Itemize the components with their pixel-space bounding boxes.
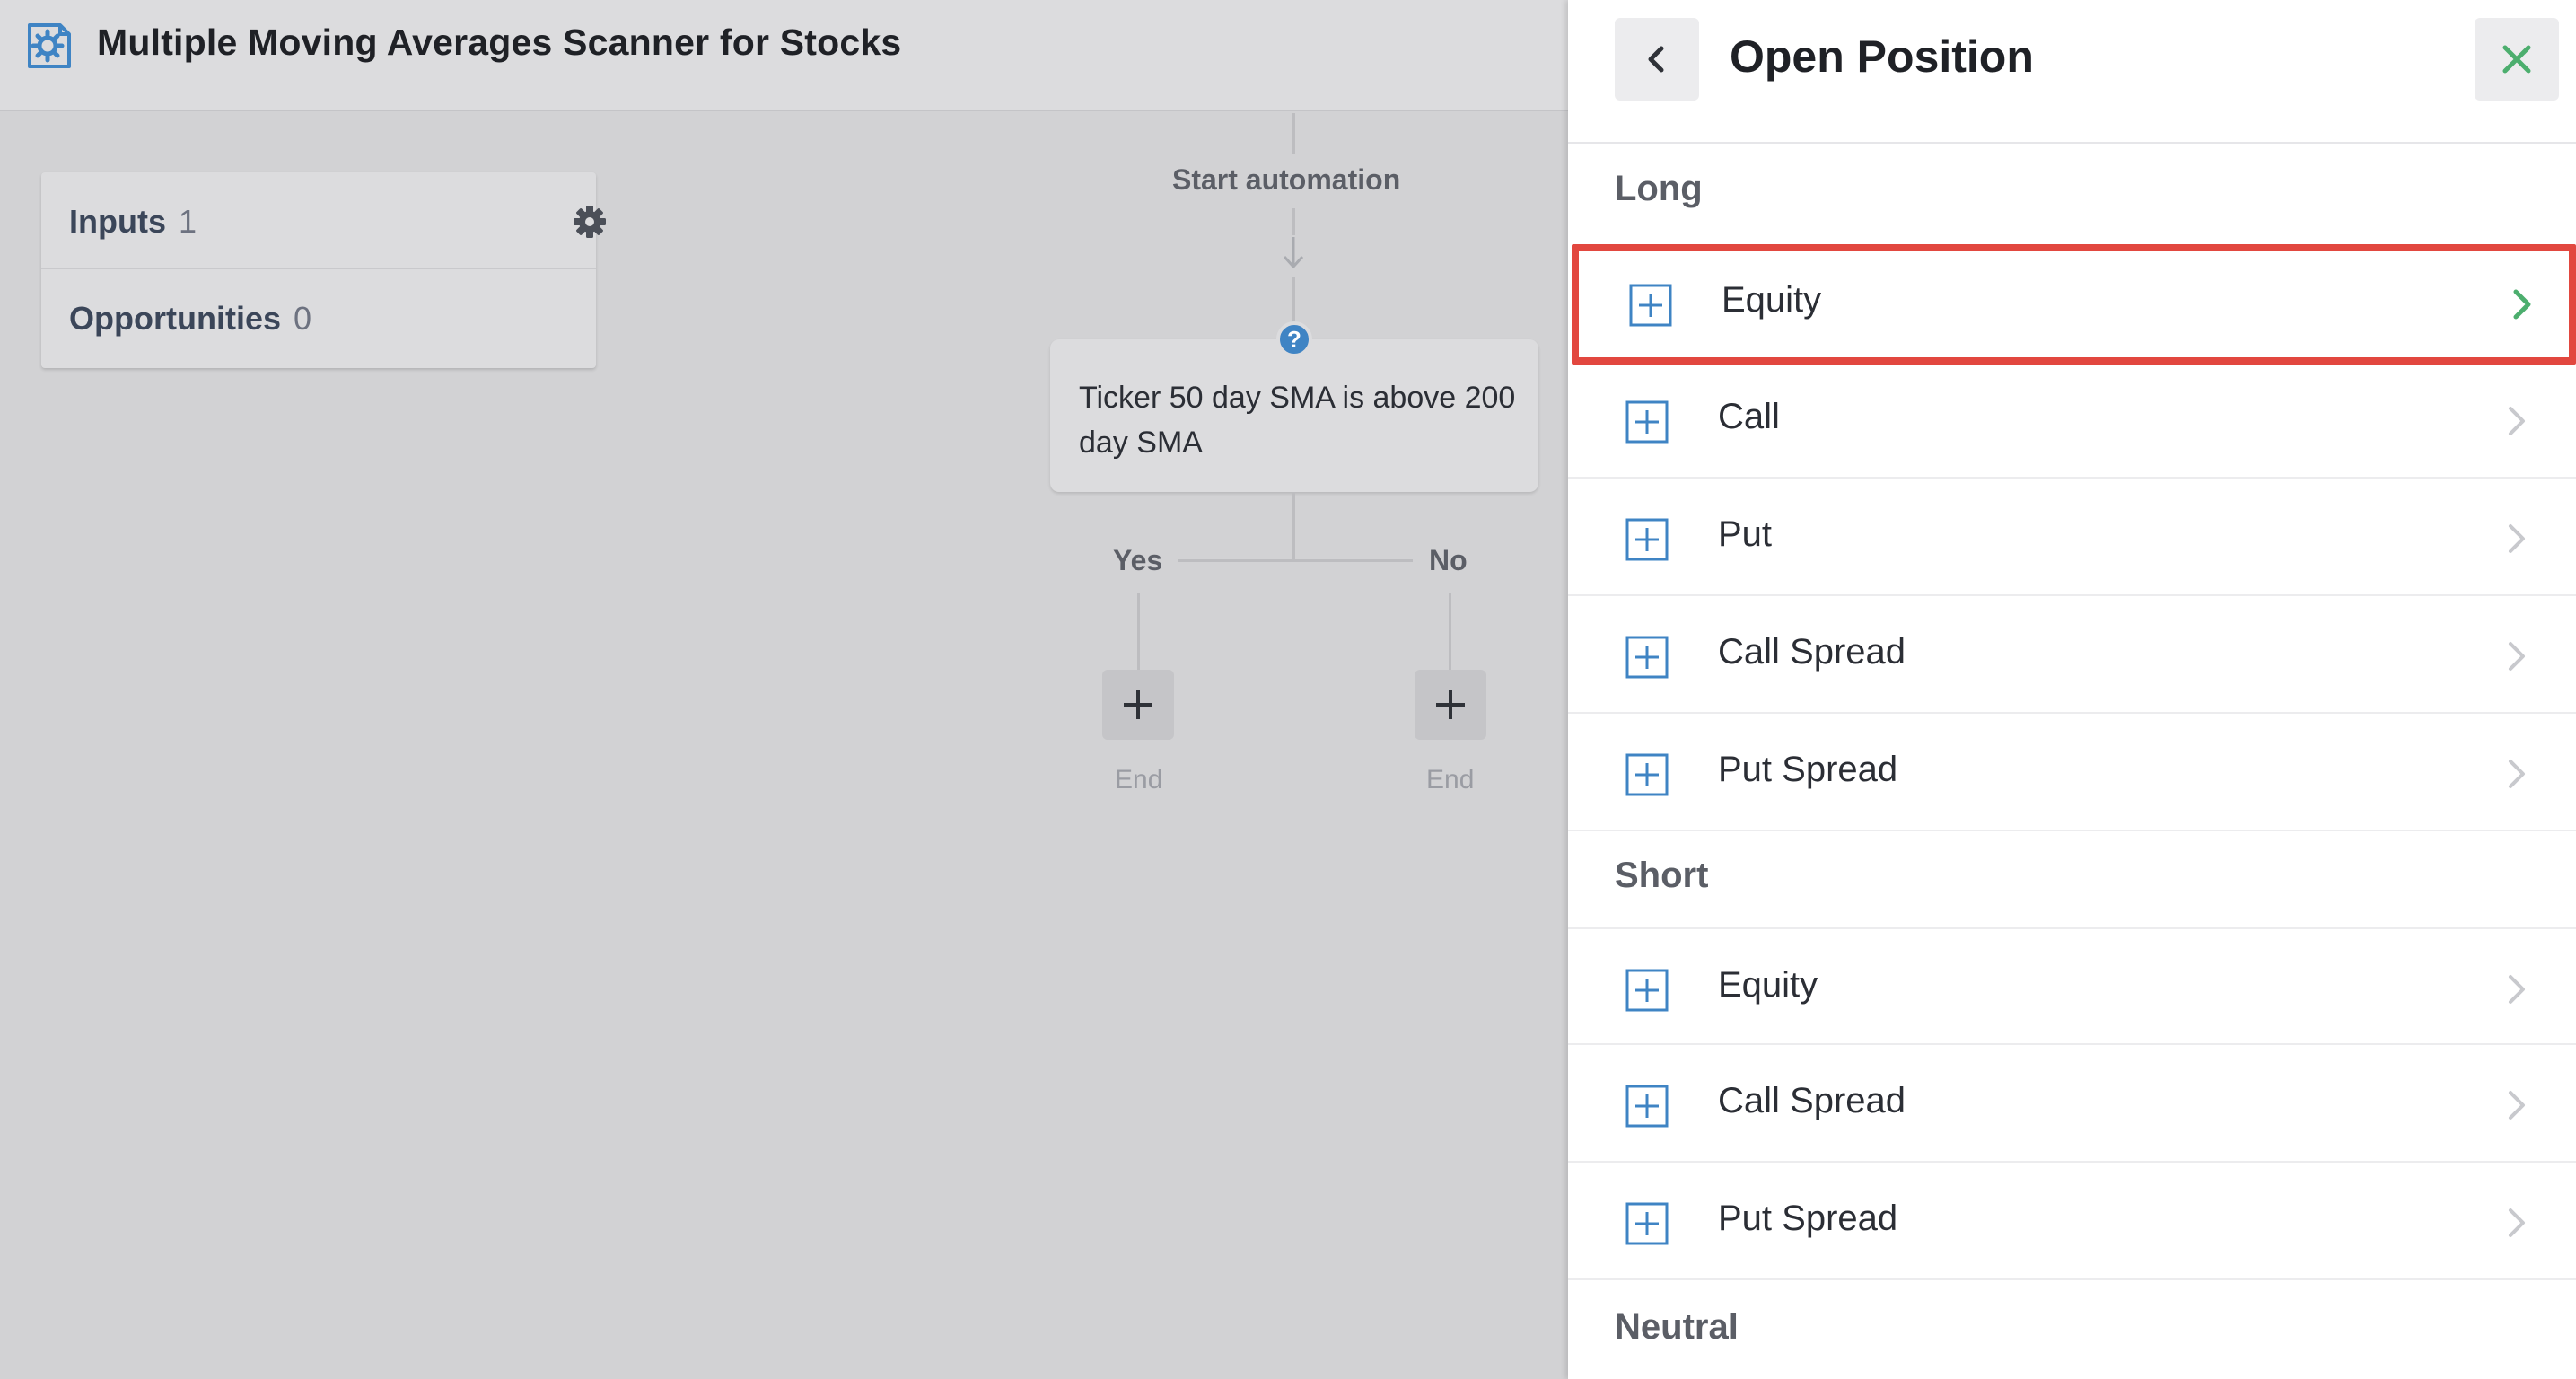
inputs-card: Inputs 1 Opportunities 0	[41, 172, 606, 368]
item-label: Put Spread	[1718, 750, 1898, 789]
inputs-label: Inputs	[69, 203, 166, 240]
arrow-down-icon	[1283, 237, 1304, 269]
item-label: Equity	[1722, 280, 1822, 320]
connector-yes-down	[1137, 593, 1140, 670]
connector-start-down	[1292, 208, 1295, 235]
chevron-right-icon	[2509, 1208, 2525, 1237]
gear-icon[interactable]	[573, 205, 607, 239]
section-heading-neutral: Neutral	[1615, 1307, 1739, 1347]
open-position-panel: Open Position Long Equity Call Put Call …	[1568, 0, 2576, 1379]
plus-square-icon	[1625, 636, 1669, 679]
automation-gear-doc-icon	[28, 23, 71, 68]
plus-square-icon	[1625, 969, 1669, 1012]
close-button[interactable]	[2475, 18, 2559, 101]
opportunities-label: Opportunities	[69, 300, 281, 337]
connector-branch-right	[1292, 559, 1413, 562]
chevron-right-icon	[2509, 760, 2525, 788]
automation-canvas: Multiple Moving Averages Scanner for Sto…	[0, 0, 1568, 1379]
section-heading-long: Long	[1615, 169, 1703, 208]
chevron-right-icon	[2509, 1091, 2525, 1120]
top-bar: Multiple Moving Averages Scanner for Sto…	[0, 0, 1568, 111]
plus-square-icon	[1625, 753, 1669, 796]
plus-square-icon	[1625, 1085, 1669, 1128]
plus-icon	[1436, 690, 1465, 719]
connector-no-down	[1449, 593, 1451, 670]
close-icon	[2502, 45, 2531, 74]
long-put-item[interactable]: Put	[1568, 479, 2576, 596]
section-heading-short: Short	[1615, 856, 1709, 895]
item-label: Call Spread	[1718, 632, 1906, 672]
chevron-left-icon	[1648, 46, 1664, 73]
inputs-count: 1	[178, 203, 197, 240]
add-step-no-button[interactable]	[1415, 670, 1486, 740]
long-call-item[interactable]: Call	[1568, 361, 2576, 479]
opportunities-row[interactable]: Opportunities 0	[41, 269, 596, 366]
item-label: Equity	[1718, 965, 1818, 1005]
plus-icon	[1124, 690, 1152, 719]
item-label: Call	[1718, 397, 1780, 436]
panel-header: Open Position	[1568, 0, 2576, 144]
plus-square-icon	[1625, 400, 1669, 444]
short-put-spread-item[interactable]: Put Spread	[1568, 1163, 2576, 1280]
chevron-right-icon	[2509, 975, 2525, 1004]
chevron-right-icon	[2509, 524, 2525, 553]
yes-end-label: End	[1115, 765, 1163, 795]
short-call-spread-item[interactable]: Call Spread	[1568, 1045, 2576, 1163]
item-label: Put Spread	[1718, 1199, 1898, 1238]
connector-condition-down	[1292, 492, 1295, 562]
question-icon[interactable]: ?	[1276, 321, 1312, 357]
chevron-right-icon	[2513, 289, 2531, 320]
long-put-spread-item[interactable]: Put Spread	[1568, 714, 2576, 831]
plus-square-icon	[1625, 518, 1669, 561]
item-label: Call Spread	[1718, 1081, 1906, 1120]
item-label: Put	[1718, 514, 1773, 554]
plus-square-icon	[1625, 1202, 1669, 1245]
condition-text: Ticker 50 day SMA is above 200 day SMA	[1079, 381, 1516, 460]
start-automation-label: Start automation	[1172, 163, 1401, 196]
plus-square-icon	[1629, 284, 1672, 327]
connector-top	[1292, 113, 1295, 154]
app-title: Multiple Moving Averages Scanner for Sto…	[97, 22, 902, 63]
connector-branch-left	[1178, 559, 1295, 562]
inputs-row[interactable]: Inputs 1	[41, 172, 606, 269]
short-equity-item[interactable]: Equity	[1568, 927, 2576, 1045]
panel-title: Open Position	[1730, 31, 2034, 82]
chevron-right-icon	[2509, 642, 2525, 671]
long-equity-item[interactable]: Equity	[1572, 244, 2576, 365]
no-branch-label: No	[1429, 544, 1468, 576]
no-end-label: End	[1426, 765, 1475, 795]
back-button[interactable]	[1615, 18, 1699, 101]
yes-branch-label: Yes	[1113, 544, 1163, 576]
opportunities-count: 0	[294, 300, 312, 337]
condition-node[interactable]: Ticker 50 day SMA is above 200 day SMA	[1050, 339, 1538, 492]
add-step-yes-button[interactable]	[1102, 670, 1174, 740]
long-call-spread-item[interactable]: Call Spread	[1568, 596, 2576, 714]
chevron-right-icon	[2509, 407, 2525, 435]
